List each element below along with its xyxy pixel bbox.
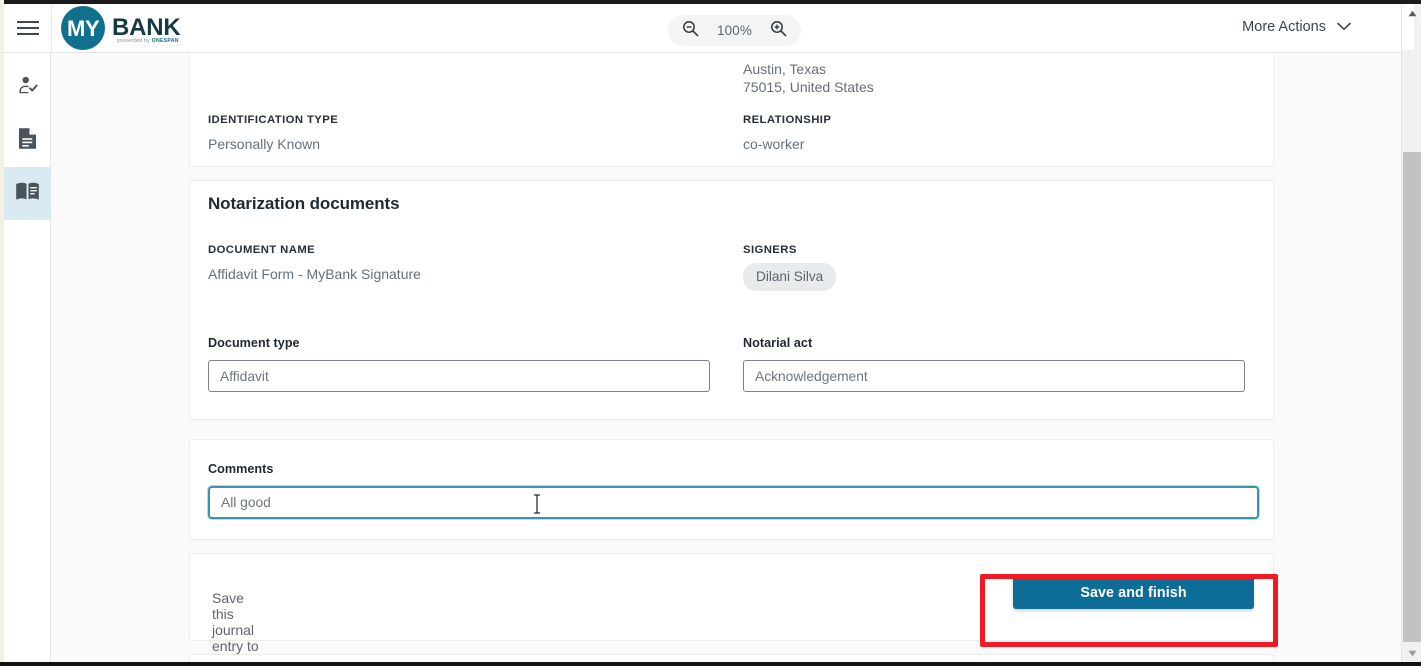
comments-field: Comments	[208, 460, 1273, 519]
scrollbar-thumb[interactable]	[1403, 152, 1421, 642]
hamburger-icon	[16, 20, 39, 36]
brand-my-text: MY	[67, 16, 100, 41]
document-name-field: DOCUMENT NAME Affidavit Form - MyBank Si…	[208, 244, 421, 283]
document-type-input[interactable]	[208, 360, 710, 392]
more-actions-label: More Actions	[1242, 19, 1326, 35]
main-scroll-area: Austin, Texas 75015, United States IDENT…	[51, 53, 1401, 662]
brand-tagline: presented by ONESPAN	[117, 38, 179, 44]
sidebar-item-documents[interactable]	[4, 114, 51, 167]
signers-field: SIGNERS Dilani Silva	[743, 244, 837, 291]
save-footer-card: Save this journal entry to conclude this…	[189, 553, 1274, 662]
scrollbar-down-arrow[interactable]	[1402, 644, 1421, 662]
notarization-documents-title: Notarization documents	[208, 194, 400, 213]
notarization-documents-card: Notarization documents DOCUMENT NAME Aff…	[189, 180, 1274, 420]
document-name-label: DOCUMENT NAME	[208, 244, 316, 256]
window-bottom-edge	[0, 662, 1421, 666]
open-book-icon	[15, 181, 40, 207]
address-block: Austin, Texas 75015, United States	[743, 60, 874, 96]
notarial-act-field: Notarial act	[743, 334, 1245, 392]
app-header: MY BANK presented by ONESPAN 100% More A…	[4, 4, 1417, 53]
identification-type-label: IDENTIFICATION TYPE	[208, 114, 339, 126]
more-actions-menu[interactable]: More Actions	[1242, 18, 1351, 36]
menu-toggle-button[interactable]	[4, 4, 52, 52]
address-line-2: 75015, United States	[743, 79, 874, 95]
sidebar-item-journal[interactable]	[4, 167, 51, 220]
zoom-in-icon	[770, 20, 787, 42]
zoom-out-button[interactable]	[681, 20, 699, 42]
zoom-in-button[interactable]	[770, 20, 788, 42]
relationship-field: RELATIONSHIP co-worker	[743, 114, 831, 153]
person-check-icon	[17, 74, 39, 101]
comments-card: Comments	[189, 439, 1274, 540]
notarial-act-input[interactable]	[743, 360, 1245, 392]
document-name-value: Affidavit Form - MyBank Signature	[208, 266, 421, 282]
comments-label: Comments	[208, 462, 274, 476]
identification-type-field: IDENTIFICATION TYPE Personally Known	[208, 114, 338, 153]
brand-mark: MY BANK presented by ONESPAN	[61, 5, 183, 51]
zoom-controls: 100%	[668, 15, 801, 46]
relationship-value: co-worker	[743, 136, 805, 152]
notarial-act-label: Notarial act	[743, 336, 813, 350]
zoom-out-icon	[682, 20, 699, 42]
document-type-field: Document type	[208, 334, 710, 392]
document-type-label: Document type	[208, 336, 300, 350]
chevron-down-icon	[1337, 18, 1351, 36]
zoom-level-label: 100%	[717, 23, 752, 38]
sidebar-item-signer-verification[interactable]	[4, 61, 51, 114]
save-and-finish-button[interactable]: Save and finish	[1013, 576, 1254, 609]
browser-viewport: MY BANK presented by ONESPAN 100% More A…	[0, 0, 1421, 666]
signer-chip[interactable]: Dilani Silva	[743, 263, 837, 291]
relationship-label: RELATIONSHIP	[743, 114, 832, 126]
save-note: Save this journal entry to conclude this…	[212, 590, 268, 662]
address-line-1: Austin, Texas	[743, 61, 827, 77]
left-icon-rail	[4, 53, 51, 662]
brand-logo[interactable]: MY BANK presented by ONESPAN	[61, 4, 183, 52]
scrollbar-up-arrow[interactable]	[1402, 4, 1421, 22]
brand-tagline-prefix: presented by	[117, 38, 152, 44]
comments-input[interactable]	[208, 486, 1259, 519]
document-icon	[17, 127, 38, 155]
identification-card: Austin, Texas 75015, United States IDENT…	[189, 53, 1274, 167]
signers-label: SIGNERS	[743, 244, 797, 256]
brand-tagline-partner: ONESPAN	[151, 38, 179, 44]
identification-type-value: Personally Known	[208, 136, 321, 152]
page-scrollbar[interactable]	[1401, 4, 1421, 662]
next-card-partial	[189, 654, 1274, 662]
